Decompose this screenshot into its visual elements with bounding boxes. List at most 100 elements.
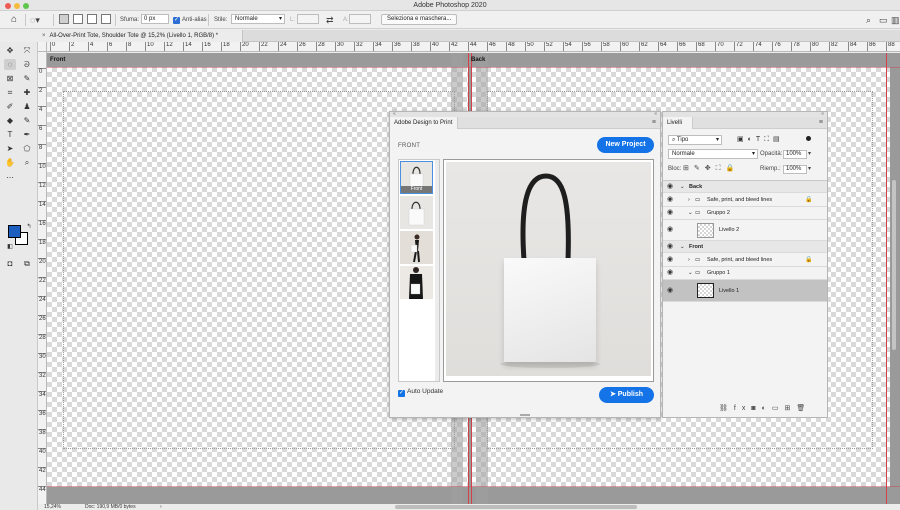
style-select[interactable]: Normale ▾ bbox=[231, 14, 285, 24]
brush-tool-icon[interactable]: ✐ bbox=[4, 101, 16, 112]
fill-input[interactable]: 100% bbox=[783, 165, 807, 174]
hand-tool-icon[interactable]: ✋ bbox=[4, 157, 16, 168]
add-mask-icon[interactable]: ◙ bbox=[751, 405, 761, 412]
thumbnail-model-side[interactable] bbox=[400, 231, 433, 264]
zoom-level[interactable]: 15,24% bbox=[44, 504, 61, 510]
layer-filter-select[interactable]: ⌕ Tipo ▾ bbox=[668, 135, 722, 145]
visibility-eye-icon[interactable]: ◉ bbox=[667, 269, 673, 277]
panel-menu-icon[interactable]: ≡ bbox=[819, 117, 823, 129]
healing-tool-icon[interactable]: ✚ bbox=[21, 87, 33, 98]
ruler-horizontal[interactable]: 0 2 4 6 8 10 12 14 16 18 20 22 24 26 28 30 32 34 36 38 40 42 4… bbox=[47, 42, 900, 52]
chevron-down-icon[interactable]: ⌄ bbox=[680, 183, 685, 191]
subtract-selection-mode-button[interactable] bbox=[87, 14, 97, 24]
artboard-back-label[interactable]: Back bbox=[471, 57, 485, 63]
stamp-tool-icon[interactable]: ♟ bbox=[21, 101, 33, 112]
feather-input[interactable]: 0 px bbox=[141, 14, 169, 24]
intersect-selection-mode-button[interactable] bbox=[101, 14, 111, 24]
layer-row-back-artboard[interactable]: ◉ ⌄ Back bbox=[663, 181, 827, 193]
layer-row-livello-1[interactable]: ◉ Livello 1 bbox=[663, 280, 827, 302]
visibility-eye-icon[interactable]: ◉ bbox=[667, 256, 673, 264]
opacity-input[interactable]: 100% bbox=[783, 150, 807, 159]
filter-toggle-icon[interactable] bbox=[806, 136, 811, 141]
panel-menu-icon[interactable]: ≡ bbox=[652, 117, 656, 129]
new-project-button[interactable]: New Project bbox=[597, 137, 654, 153]
search-icon[interactable]: ⌕ bbox=[866, 14, 871, 26]
chevron-down-icon[interactable]: ⌄ bbox=[680, 243, 685, 251]
ruler-vertical[interactable]: 0 2 4 6 8 10 12 14 16 18 20 22 24 26 28 30 32 34 36 38 40 42 4… bbox=[38, 52, 47, 504]
move-tool-icon[interactable]: ✥ bbox=[4, 45, 16, 56]
chevron-down-icon[interactable]: ⌄ bbox=[688, 209, 693, 217]
layer-row-gruppo-1[interactable]: ◉ ⌄ ▭ Gruppo 1 bbox=[663, 267, 827, 280]
thumbnail-scrollbar[interactable] bbox=[435, 160, 439, 381]
chevron-down-icon[interactable]: ⌄ bbox=[688, 269, 693, 277]
workspace-icon[interactable]: ▭ bbox=[879, 14, 888, 26]
publish-button[interactable]: ➤ Publish bbox=[599, 387, 654, 403]
thumbnail-back[interactable] bbox=[400, 196, 433, 229]
ruler-origin[interactable] bbox=[38, 42, 47, 52]
layer-row-livello-2[interactable]: ◉ Livello 2 bbox=[663, 220, 827, 241]
select-and-mask-button[interactable]: Seleziona e maschera... bbox=[381, 14, 458, 25]
panel-resize-handle[interactable] bbox=[520, 414, 530, 416]
layer-row-back-safe-lines[interactable]: ◉ › ▭ Safe, print, and bleed lines 🔒 bbox=[663, 193, 827, 207]
design-to-print-tab[interactable]: Adobe Design to Print bbox=[390, 117, 458, 129]
layer-row-front-artboard[interactable]: ◉ ⌄ Front bbox=[663, 241, 827, 253]
share-icon[interactable]: ▥ bbox=[891, 14, 900, 26]
eraser-tool-icon[interactable]: ◆ bbox=[4, 115, 16, 126]
lock-icons[interactable]: ⊞✎✥⛶🔒 bbox=[683, 164, 739, 174]
blend-mode-select[interactable]: Normale ▾ bbox=[668, 149, 758, 159]
visibility-eye-icon[interactable]: ◉ bbox=[667, 183, 673, 191]
status-menu-chevron-icon[interactable]: › bbox=[160, 504, 162, 510]
visibility-eye-icon[interactable]: ◉ bbox=[667, 243, 673, 251]
auto-update-control[interactable]: ✓ Auto Update bbox=[398, 388, 443, 397]
swap-colors-icon[interactable]: ↰ bbox=[23, 222, 35, 233]
visibility-eye-icon[interactable]: ◉ bbox=[667, 209, 673, 217]
frame-tool-icon[interactable]: ⊠ bbox=[4, 73, 16, 84]
crop-tool-icon[interactable]: ⌗ bbox=[4, 87, 16, 98]
link-layers-icon[interactable]: ⛓ bbox=[719, 405, 734, 412]
eyedropper-tool-icon[interactable]: ✎ bbox=[21, 73, 33, 84]
artboard-tool-icon[interactable]: ⤧ bbox=[21, 45, 33, 56]
layer-filter-icons[interactable]: ▣◐T⛶▤ bbox=[737, 135, 784, 145]
shape-tool-icon[interactable]: ⬠ bbox=[21, 143, 33, 154]
close-tab-icon[interactable]: × bbox=[42, 33, 46, 39]
pen-tool-icon[interactable]: ✒ bbox=[21, 129, 33, 140]
type-tool-icon[interactable]: T bbox=[4, 129, 16, 140]
new-selection-mode-button[interactable] bbox=[59, 14, 69, 24]
swap-dimensions-icon[interactable]: ⇄ bbox=[326, 14, 334, 26]
width-input[interactable] bbox=[297, 14, 319, 24]
antialias-checkbox[interactable]: ✓ bbox=[173, 17, 180, 24]
path-selection-tool-icon[interactable]: ➤ bbox=[4, 143, 16, 154]
default-colors-icon[interactable]: ◧ bbox=[4, 242, 16, 253]
more-tools-icon[interactable]: ⋯ bbox=[4, 172, 16, 183]
adjustment-layer-icon[interactable]: ◐ bbox=[762, 405, 772, 412]
home-icon[interactable]: ⌂ bbox=[8, 14, 20, 26]
layer-row-gruppo-2[interactable]: ◉ ⌄ ▭ Gruppo 2 bbox=[663, 207, 827, 220]
foreground-color-swatch[interactable] bbox=[8, 225, 21, 238]
auto-update-checkbox[interactable]: ✓ bbox=[398, 390, 405, 397]
marquee-tool-icon[interactable]: ◌ bbox=[4, 59, 16, 70]
visibility-eye-icon[interactable]: ◉ bbox=[667, 287, 673, 295]
chevron-right-icon[interactable]: › bbox=[688, 256, 690, 264]
layers-tab[interactable]: Livelli bbox=[663, 117, 693, 129]
artboard-front-label[interactable]: Front bbox=[50, 57, 65, 63]
quick-mask-icon[interactable]: ◘ bbox=[4, 258, 16, 269]
zoom-tool-icon[interactable]: ⌕ bbox=[21, 157, 33, 168]
tool-preset-picker[interactable]: ◌▾ bbox=[30, 14, 48, 26]
document-tab[interactable]: × All-Over-Print Tote, Shoulder Tote @ 15… bbox=[38, 30, 243, 42]
chevron-right-icon[interactable]: › bbox=[688, 196, 690, 204]
add-selection-mode-button[interactable] bbox=[73, 14, 83, 24]
vertical-scrollbar[interactable] bbox=[892, 180, 896, 350]
chevron-down-icon[interactable]: ▾ bbox=[808, 164, 811, 174]
fx-icon[interactable]: fx bbox=[734, 405, 751, 412]
thumbnail-front[interactable]: Front bbox=[400, 161, 433, 194]
trash-icon[interactable]: 🗑 bbox=[796, 405, 811, 412]
layer-row-front-safe-lines[interactable]: ◉ › ▭ Safe, print, and bleed lines 🔒 bbox=[663, 253, 827, 267]
horizontal-scrollbar[interactable] bbox=[395, 505, 637, 509]
screen-mode-icon[interactable]: ⧉ bbox=[21, 258, 33, 269]
history-brush-tool-icon[interactable]: ✎ bbox=[21, 115, 33, 126]
lasso-tool-icon[interactable]: ᘐ bbox=[21, 59, 33, 70]
new-group-icon[interactable]: ▭ bbox=[772, 405, 785, 412]
visibility-eye-icon[interactable]: ◉ bbox=[667, 196, 673, 204]
visibility-eye-icon[interactable]: ◉ bbox=[667, 226, 673, 234]
chevron-down-icon[interactable]: ▾ bbox=[808, 149, 811, 159]
